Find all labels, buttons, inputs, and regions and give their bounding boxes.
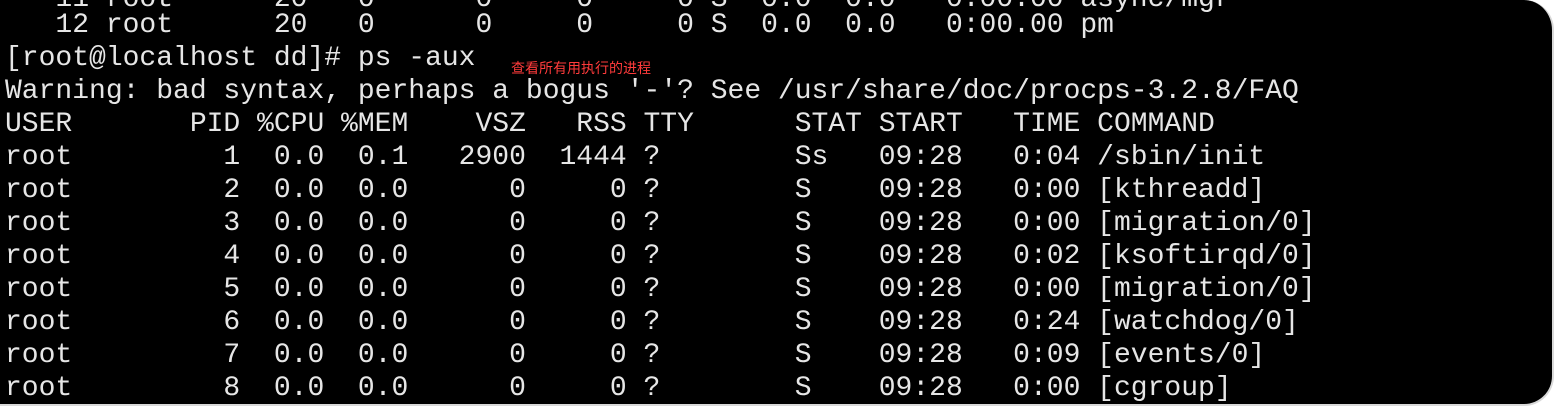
annotation-label: 查看所有用执行的进程 — [511, 61, 651, 77]
process-row: root 3 0.0 0.0 0 0 ? S 09:28 0:00 [migra… — [5, 208, 1316, 239]
process-row: root 5 0.0 0.0 0 0 ? S 09:28 0:00 [migra… — [5, 274, 1316, 305]
process-row: root 7 0.0 0.0 0 0 ? S 09:28 0:09 [event… — [5, 340, 1266, 371]
process-row: root 6 0.0 0.0 0 0 ? S 09:28 0:24 [watch… — [5, 307, 1299, 338]
process-row: root 2 0.0 0.0 0 0 ? S 09:28 0:00 [kthre… — [5, 175, 1266, 206]
terminal-prompt-command: [root@localhost dd]# ps -aux — [5, 43, 476, 74]
process-row: root 4 0.0 0.0 0 0 ? S 09:28 0:02 [ksoft… — [5, 241, 1316, 272]
process-row: root 8 0.0 0.0 0 0 ? S 09:28 0:00 [cgrou… — [5, 373, 1232, 404]
terminal-warning-line: Warning: bad syntax, perhaps a bogus '-'… — [5, 76, 1299, 107]
terminal-line-process-12: 12 root 20 0 0 0 0 S 0.0 0.0 0:00.00 pm — [5, 10, 1114, 41]
terminal-window[interactable]: 11 root 20 0 0 0 0 S 0.0 0.0 0:00.00 asy… — [0, 0, 1554, 406]
process-table-header: USER PID %CPU %MEM VSZ RSS TTY STAT STAR… — [5, 109, 1215, 140]
process-row: root 1 0.0 0.1 2900 1444 ? Ss 09:28 0:04… — [5, 142, 1266, 173]
